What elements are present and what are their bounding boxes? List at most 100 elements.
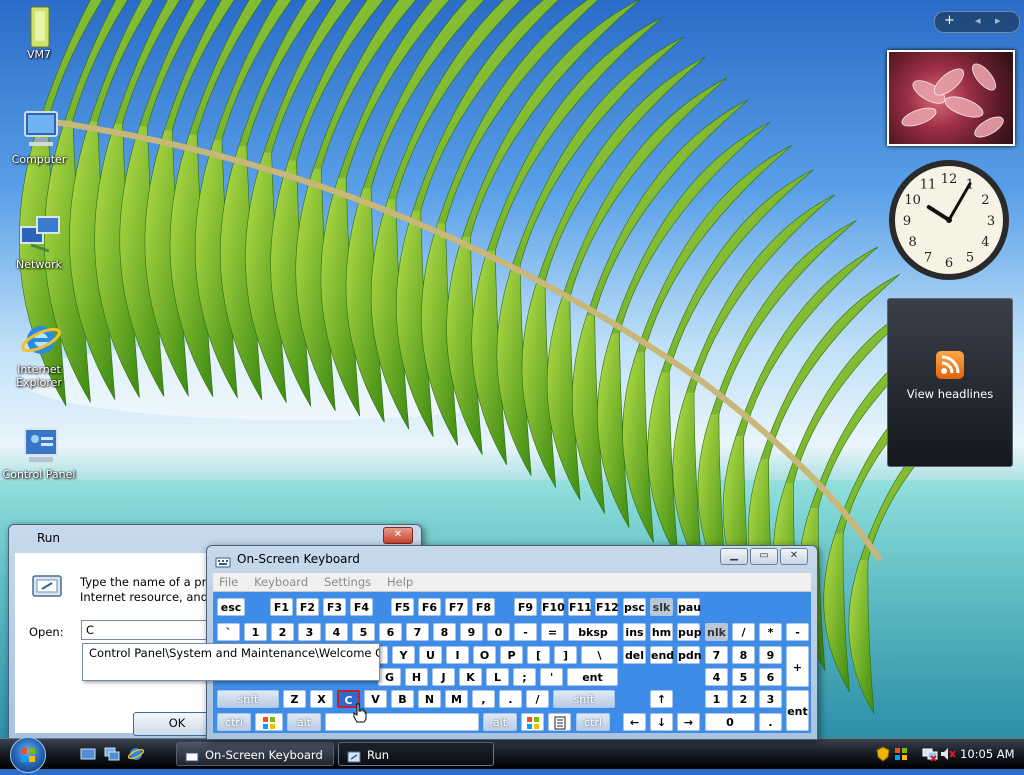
menu-settings[interactable]: Settings: [318, 573, 377, 591]
key-o[interactable]: O: [473, 646, 496, 664]
key-ins[interactable]: ins: [623, 623, 646, 641]
key-n7[interactable]: 7: [406, 623, 429, 641]
key-f2[interactable]: F2: [296, 598, 319, 616]
add-gadget-button[interactable]: +: [944, 13, 955, 28]
key-f7[interactable]: F7: [445, 598, 468, 616]
key-del[interactable]: del: [623, 646, 646, 664]
internet-explorer-quicklaunch-icon[interactable]: [127, 747, 145, 761]
key-f6[interactable]: F6: [418, 598, 441, 616]
key-quote[interactable]: ': [540, 668, 563, 686]
key-n6[interactable]: 6: [379, 623, 402, 641]
key-np0[interactable]: 0: [705, 713, 755, 731]
key-psc[interactable]: psc: [623, 598, 646, 616]
key-n3[interactable]: 3: [298, 623, 321, 641]
key-backslash[interactable]: \: [581, 646, 618, 664]
key-npdot[interactable]: .: [759, 713, 782, 731]
windows-defender-icon[interactable]: [894, 747, 908, 764]
key-esc[interactable]: esc: [217, 598, 245, 616]
key-l[interactable]: L: [486, 668, 509, 686]
key-f8[interactable]: F8: [472, 598, 495, 616]
key-lbracket[interactable]: [: [527, 646, 550, 664]
key-equals[interactable]: =: [541, 623, 564, 641]
desktop-icon-network[interactable]: Network: [0, 215, 78, 271]
taskbar-clock[interactable]: 10:05 AM: [960, 747, 1015, 761]
key-npminus[interactable]: -: [786, 623, 809, 641]
win-right-key-icon[interactable]: [521, 713, 544, 731]
key-npplus[interactable]: +: [786, 646, 809, 687]
key-star[interactable]: *: [759, 623, 782, 641]
clock-gadget[interactable]: 123456789101112: [887, 158, 1011, 282]
key-p[interactable]: P: [500, 646, 523, 664]
key-np6[interactable]: 6: [759, 668, 782, 686]
taskbar-button-run[interactable]: Run: [338, 742, 494, 766]
key-lctrl[interactable]: ctrl: [217, 713, 251, 731]
key-backtick[interactable]: `: [217, 623, 240, 641]
key-npent[interactable]: ent: [786, 690, 809, 731]
security-shield-icon[interactable]: [876, 746, 890, 765]
key-np2[interactable]: 2: [732, 690, 755, 708]
key-end[interactable]: end: [650, 646, 674, 664]
key-down[interactable]: ↓: [650, 713, 673, 731]
key-fslash[interactable]: /: [526, 690, 549, 708]
sidebar-next-button[interactable]: ▸: [995, 14, 1001, 27]
desktop-icon-vm7[interactable]: VM7: [0, 5, 78, 61]
menu-keyboard[interactable]: Keyboard: [248, 573, 314, 591]
show-desktop-icon[interactable]: [80, 747, 96, 761]
autocomplete-item[interactable]: Control Panel\System and Maintenance\Wel…: [83, 644, 379, 662]
key-f4[interactable]: F4: [350, 598, 373, 616]
key-n9[interactable]: 9: [460, 623, 483, 641]
key-rctrl[interactable]: ctrl: [576, 713, 610, 731]
key-left[interactable]: ←: [623, 713, 646, 731]
key-h[interactable]: H: [405, 668, 428, 686]
key-f9[interactable]: F9: [514, 598, 537, 616]
key-np8[interactable]: 8: [732, 646, 755, 664]
key-j[interactable]: J: [432, 668, 455, 686]
feed-headlines-gadget[interactable]: View headlines: [887, 298, 1013, 467]
desktop-icon-internet-explorer[interactable]: Internet Explorer: [0, 320, 78, 389]
key-period[interactable]: .: [499, 690, 522, 708]
key-n2[interactable]: 2: [271, 623, 294, 641]
run-close-button[interactable]: ✕: [383, 527, 413, 544]
key-n1[interactable]: 1: [244, 623, 267, 641]
key-k[interactable]: K: [459, 668, 482, 686]
key-bksp[interactable]: bksp: [568, 623, 618, 641]
key-rshft[interactable]: shft: [553, 690, 615, 708]
sidebar-prev-button[interactable]: ◂: [975, 14, 981, 27]
key-pau[interactable]: pau: [677, 598, 701, 616]
key-f5[interactable]: F5: [391, 598, 414, 616]
spacebar[interactable]: [325, 713, 479, 731]
key-ent[interactable]: ent: [567, 668, 618, 686]
key-n[interactable]: N: [418, 690, 441, 708]
key-right[interactable]: →: [677, 713, 700, 731]
key-semicolon[interactable]: ;: [513, 668, 536, 686]
maximize-button[interactable]: ▭: [750, 548, 778, 565]
key-n4[interactable]: 4: [325, 623, 348, 641]
view-headlines-link[interactable]: View headlines: [888, 387, 1012, 401]
slideshow-gadget[interactable]: [887, 50, 1015, 146]
key-f10[interactable]: F10: [541, 598, 565, 616]
key-x[interactable]: X: [310, 690, 333, 708]
key-rbracket[interactable]: ]: [554, 646, 577, 664]
key-slk[interactable]: slk: [650, 598, 673, 616]
key-n5[interactable]: 5: [352, 623, 375, 641]
desktop-icon-control-panel[interactable]: Control Panel: [0, 425, 78, 481]
key-pup[interactable]: pup: [677, 623, 702, 641]
taskbar-button-osk[interactable]: On-Screen Keyboard: [176, 742, 334, 766]
osk-title-bar[interactable]: On-Screen Keyboard ▁ ▭ ✕: [207, 546, 817, 572]
menu-file[interactable]: File: [213, 573, 244, 591]
menu-help[interactable]: Help: [381, 573, 419, 591]
close-button[interactable]: ✕: [780, 548, 808, 565]
key-np5[interactable]: 5: [732, 668, 755, 686]
minimize-button[interactable]: ▁: [720, 548, 748, 565]
volume-muted-icon[interactable]: [940, 747, 956, 764]
desktop-icon-computer[interactable]: Computer: [0, 110, 78, 166]
key-minus[interactable]: -: [514, 623, 537, 641]
key-n8[interactable]: 8: [433, 623, 456, 641]
key-comma[interactable]: ,: [472, 690, 495, 708]
key-g[interactable]: G: [378, 668, 401, 686]
key-nlk[interactable]: nlk: [705, 623, 728, 641]
key-slash[interactable]: /: [732, 623, 755, 641]
key-i[interactable]: I: [446, 646, 469, 664]
key-np3[interactable]: 3: [759, 690, 782, 708]
key-pdn[interactable]: pdn: [677, 646, 702, 664]
